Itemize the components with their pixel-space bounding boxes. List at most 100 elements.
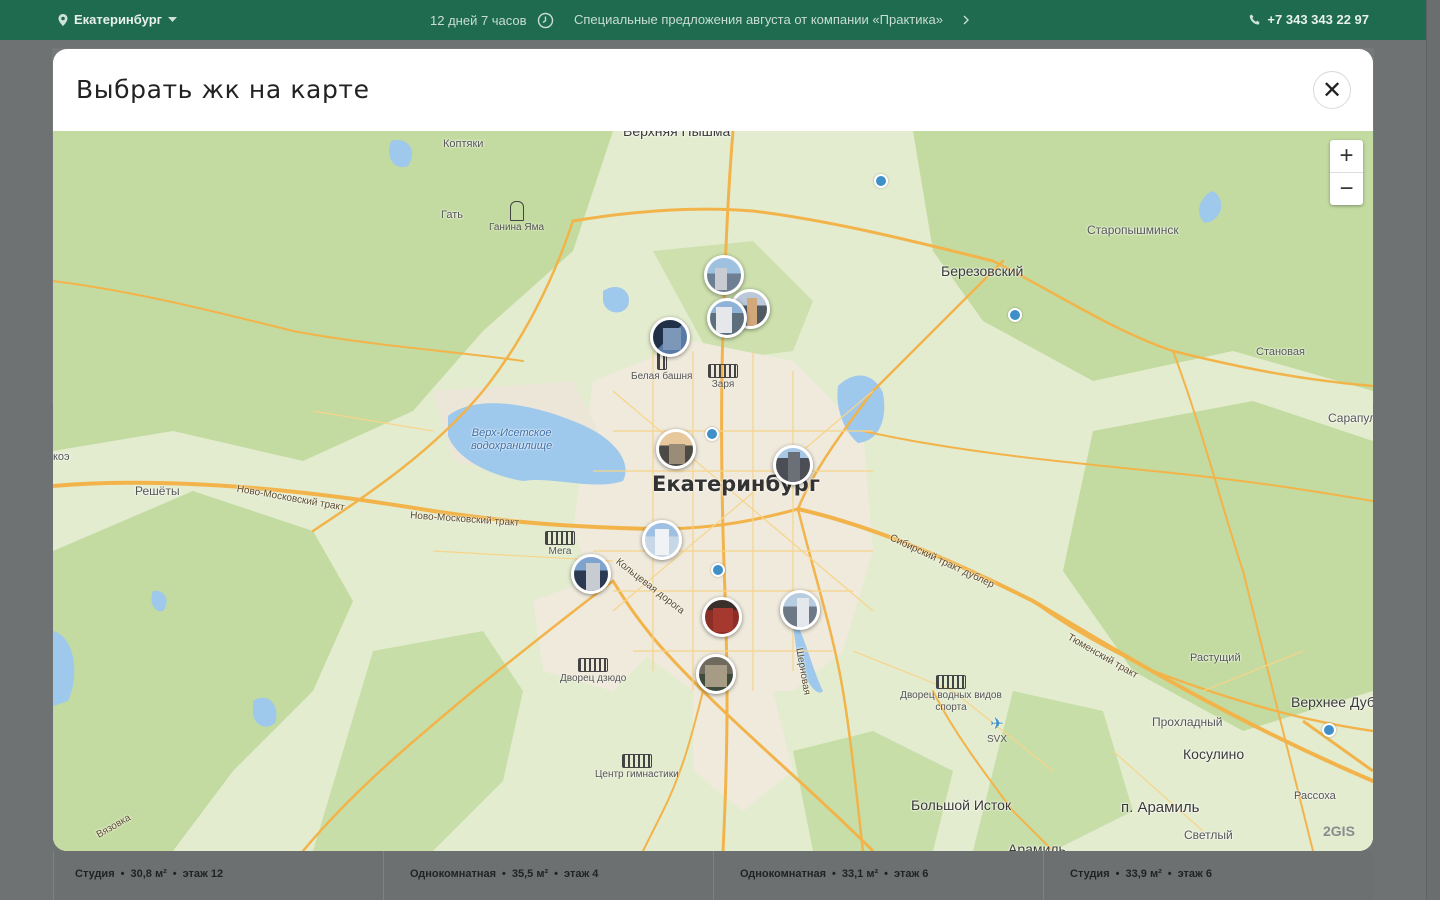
complex-pin[interactable] [702,597,742,637]
map-poi: Дворец дзюдо [560,658,626,684]
complex-pin[interactable] [707,298,747,338]
transit-icon [1322,723,1336,737]
map-poi: Мега [545,531,575,557]
map-poi: ✈ SVX [987,714,1007,745]
map-label: Сарапул [1328,411,1373,425]
zoom-in-button[interactable]: + [1330,140,1363,172]
map-label: Гать [441,209,463,221]
map-poi: Белая башня [631,352,692,382]
map-label: п. Арамиль [1121,799,1200,816]
card-area: 30,8 м² [130,868,167,880]
map-attribution[interactable]: 2GIS [1323,823,1355,839]
map-label: Арамиль [1008,841,1066,851]
transit-icon [711,563,725,577]
pool-icon [936,675,966,689]
map-poi: Ганина Яма [489,201,544,233]
card-floor: этаж 6 [894,868,929,880]
poi-label: Мега [548,546,572,557]
complex-pin[interactable] [642,520,682,560]
modal-title: Выбрать жк на карте [76,75,370,104]
transit-icon [1008,308,1022,322]
map-label: Коптяки [443,138,484,150]
apartment-card[interactable]: Студия • 30,8 м² • этаж 12 [53,851,383,900]
zoom-out-button[interactable]: − [1330,172,1363,204]
phone-icon [1250,14,1261,25]
complex-pin[interactable] [650,317,690,357]
map-label: Верхняя Пышма [623,131,731,139]
promo-text: Специальные предложения августа от компа… [574,12,943,27]
transit-icon [705,427,719,441]
map-label: Верхнее Дуб [1291,694,1373,710]
complex-pin[interactable] [656,429,696,469]
complex-pin[interactable] [571,554,611,594]
phone-number: +7 343 343 22 97 [1267,12,1369,27]
map-label: Косулино [1183,746,1245,762]
phone-link[interactable]: +7 343 343 22 97 [1249,12,1369,27]
airport-icon: ✈ [990,716,1004,733]
caret-down-icon [168,16,178,22]
card-type: Студия [75,868,115,880]
poi-label: Белая башня [631,371,693,382]
promo-link[interactable]: Специальные предложения августа от компа… [574,12,969,27]
arena-icon [621,754,652,768]
arena-icon [578,658,609,672]
poi-label: Заря [711,379,735,390]
complex-pin[interactable] [704,255,744,295]
apartment-card[interactable]: Однокомнатная • 35,5 м² • этаж 4 [383,851,713,900]
water-label: Верх-Исетское водохранилище [471,427,552,453]
poi-label: Ганина Яма [489,222,545,233]
city-selector[interactable]: Екатеринбург [58,12,178,27]
map-poi: Дворец водных видов спорта [896,675,1006,714]
map-label: Решёты [135,484,180,498]
apartment-cards: Студия • 30,8 м² • этаж 12 Однокомнатная • 35,… [53,851,1373,900]
card-type: Однокомнатная [410,868,497,880]
water-label-line: водохранилище [471,440,553,452]
map-poi: Центр гимнастики [595,754,679,780]
complex-pin[interactable] [696,654,736,694]
countdown-text: 12 дней 7 часов [430,13,527,28]
map-label: Большой Исток [911,797,1012,813]
apartment-card[interactable]: Однокомнатная • 33,1 м² • этаж 6 [713,851,1043,900]
city-label: Екатеринбург [74,12,163,27]
card-type: Однокомнатная [740,868,827,880]
map-label: Рассоха [1294,790,1336,802]
map-modal: Выбрать жк на карте ✕ Верхняя Пышма Бере… [53,49,1373,851]
card-area: 33,9 м² [1125,868,1162,880]
complex-pin[interactable] [780,590,820,630]
location-pin-icon [58,13,68,26]
map-view[interactable]: Верхняя Пышма Березовский Старопышминск … [53,131,1373,851]
close-icon: ✕ [1321,76,1343,104]
chevron-right-icon [963,15,969,24]
poi-label: SVX [987,734,1008,745]
map-label: Растущий [1190,652,1241,664]
factory-icon [545,531,575,545]
promo-countdown: 12 дней 7 часов [430,12,554,29]
card-floor: этаж 4 [564,868,599,880]
transit-icon [874,174,888,188]
church-icon [509,201,524,221]
map-label: Березовский [941,263,1024,279]
card-type: Студия [1070,868,1110,880]
apartment-card[interactable]: Студия • 33,9 м² • этаж 6 [1043,851,1373,900]
card-floor: этаж 6 [1177,868,1213,880]
map-label: Становая [1256,346,1305,358]
stadium-icon [708,364,738,378]
poi-label: Дворец водных видов спорта [900,690,1002,713]
top-bar: Екатеринбург 12 дней 7 часов Специальные… [0,0,1426,40]
zoom-control: + − [1330,140,1363,205]
close-button[interactable]: ✕ [1313,71,1351,109]
map-label: коэ [53,451,70,463]
card-area: 35,5 м² [511,868,549,880]
complex-pin[interactable] [773,445,813,485]
poi-label: Дворец дзюдо [560,673,627,684]
poi-label: Центр гимнастики [595,769,679,780]
card-area: 33,1 м² [841,868,879,880]
map-label: Прохладный [1152,715,1223,729]
timer-icon [537,12,553,29]
card-floor: этаж 12 [182,868,224,880]
map-poi: Заря [708,364,738,390]
page-scrollbar[interactable] [1426,0,1440,900]
map-label: Старопышминск [1087,223,1179,237]
map-label: Светлый [1184,828,1233,842]
water-label-line: Верх-Исетское [471,427,552,439]
